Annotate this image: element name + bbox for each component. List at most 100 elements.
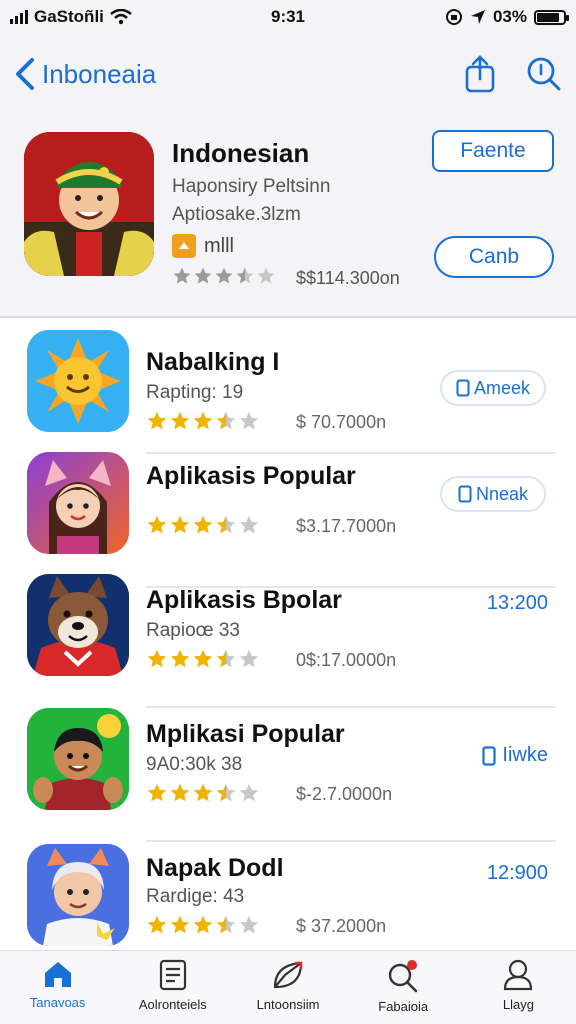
app-action-button[interactable]: Nneak (440, 476, 546, 512)
star-icon (215, 267, 233, 284)
app-price: $-2.7.0000n (296, 784, 393, 804)
profile-icon (504, 959, 533, 991)
app-rating-stars (146, 914, 260, 936)
featured-secondary-button[interactable]: Canb (434, 236, 554, 278)
star-icon (147, 515, 167, 534)
app-rating-stars (146, 514, 260, 536)
star-icon (239, 783, 259, 802)
featured-app-card[interactable]: Indonesian Haponsiry Peltsinn Aptiosake.… (0, 118, 576, 316)
status-right: 03% (445, 7, 569, 27)
star-icon (216, 649, 236, 668)
featured-app-title: Indonesian (172, 138, 310, 168)
featured-badge-text: mlll (204, 234, 234, 257)
compass-icon (273, 961, 303, 989)
app-list: Nabalking I Rapting: 19 $ 70.7000n Ameek (0, 318, 576, 950)
tab-search[interactable]: Fabaioia (346, 951, 461, 1024)
app-subtitle: Rapting: 19 (146, 382, 244, 403)
app-action-button[interactable]: Ameek (440, 370, 546, 406)
star-icon (193, 915, 213, 934)
app-rating-stars (146, 410, 260, 432)
star-icon (239, 915, 259, 934)
app-action-label: Ameek (473, 377, 531, 398)
app-action-label: Nneak (475, 483, 529, 504)
star-icon (170, 783, 190, 802)
app-icon-elder (27, 844, 129, 946)
battery-icon (534, 9, 569, 25)
star-icon (216, 411, 236, 430)
star-icon (193, 783, 213, 802)
app-rating-stars (146, 782, 260, 804)
carrier-label: GaStoñli (34, 7, 104, 26)
star-icon (173, 267, 191, 284)
app-price: 0$:17.0000n (296, 650, 397, 670)
bookmark-icon (458, 485, 472, 503)
app-action-label: Iiwke (502, 744, 548, 766)
list-item[interactable]: Aplikasis Popular $3.17.7000n Nneak (0, 452, 576, 588)
row-separator (146, 840, 556, 842)
featured-app-subtitle: Haponsiry Peltsinn (172, 176, 331, 197)
star-icon (193, 515, 213, 534)
star-icon (216, 783, 236, 802)
star-icon (147, 649, 167, 668)
list-item[interactable]: Mplikasi Popular 9A0:30k 38 $-2.7.0000n … (0, 708, 576, 842)
status-bar: GaStoñli 9:31 03% (0, 0, 576, 34)
tab-today[interactable]: Tanavoas (0, 951, 115, 1024)
tab-label: Fabaioia (378, 999, 429, 1014)
app-title: Napak Dodl (146, 854, 284, 882)
star-icon (257, 267, 275, 284)
featured-badge-row: mlll (172, 234, 234, 258)
chevron-left-icon (16, 58, 34, 90)
document-icon (159, 959, 186, 991)
star-icon (216, 915, 236, 934)
app-icon-boy (27, 708, 129, 810)
tab-label: Lntoonsiim (256, 997, 320, 1012)
share-icon[interactable] (464, 55, 496, 93)
tab-documents[interactable]: Aolronteiels (115, 951, 230, 1024)
star-icon (193, 649, 213, 668)
back-button[interactable]: Inboneaia (14, 57, 156, 91)
app-subtitle: 9A0:30k 38 (146, 754, 243, 775)
tab-profile[interactable]: Llayg (461, 951, 576, 1024)
list-item[interactable]: Nabalking I Rapting: 19 $ 70.7000n Ameek (0, 328, 576, 454)
tab-label: Tanavoas (29, 995, 86, 1010)
tab-label: Aolronteiels (138, 997, 207, 1012)
featured-primary-button[interactable]: Faente (432, 130, 554, 172)
nav-actions (464, 55, 562, 93)
app-action-time[interactable]: 13:200 (487, 592, 548, 615)
app-subtitle: Rapioœ 33 (146, 620, 240, 641)
star-icon (147, 783, 167, 802)
battery-percent: 03% (492, 7, 527, 26)
star-icon (170, 411, 190, 430)
tab-label: Llayg (502, 997, 534, 1012)
featured-app-subtitle-2: Aptiosake.3lzm (172, 204, 301, 225)
app-subtitle: Rardige: 43 (146, 886, 245, 907)
app-title: Aplikasis Bpolar (146, 586, 342, 614)
app-icon-sun (27, 330, 129, 432)
app-title: Nabalking I (146, 348, 280, 376)
app-action-time[interactable]: 12:900 (487, 862, 548, 885)
app-icon-dog (27, 574, 129, 676)
star-icon (170, 515, 190, 534)
star-icon (216, 515, 236, 534)
list-item[interactable]: Aplikasis Bpolar Rapioœ 33 0$:17.0000n 1… (0, 574, 576, 708)
search-icon[interactable] (526, 56, 562, 92)
star-icon (239, 649, 259, 668)
search-icon (389, 960, 418, 993)
home-icon (44, 962, 71, 987)
app-title: Mplikasi Popular (146, 720, 345, 748)
star-icon (236, 267, 254, 284)
lock-rotation-icon (445, 9, 462, 25)
back-label: Inboneaia (42, 58, 157, 89)
tab-explore[interactable]: Lntoonsiim (230, 951, 345, 1024)
list-item[interactable]: Napak Dodl Rardige: 43 $ 37.2000n 12:900 (0, 844, 576, 964)
badge-icon (172, 234, 196, 258)
app-title: Aplikasis Popular (146, 462, 356, 490)
app-store-screen: GaStoñli 9:31 03% Inboneaia Indonesian H… (0, 0, 576, 1024)
app-price: $3.17.7000n (296, 516, 397, 536)
star-icon (239, 411, 259, 430)
wifi-icon (110, 9, 132, 25)
app-price: $ 37.2000n (296, 916, 387, 936)
featured-app-icon (24, 132, 154, 276)
star-icon (194, 267, 212, 284)
app-action-button[interactable]: Iiwke (482, 744, 548, 767)
